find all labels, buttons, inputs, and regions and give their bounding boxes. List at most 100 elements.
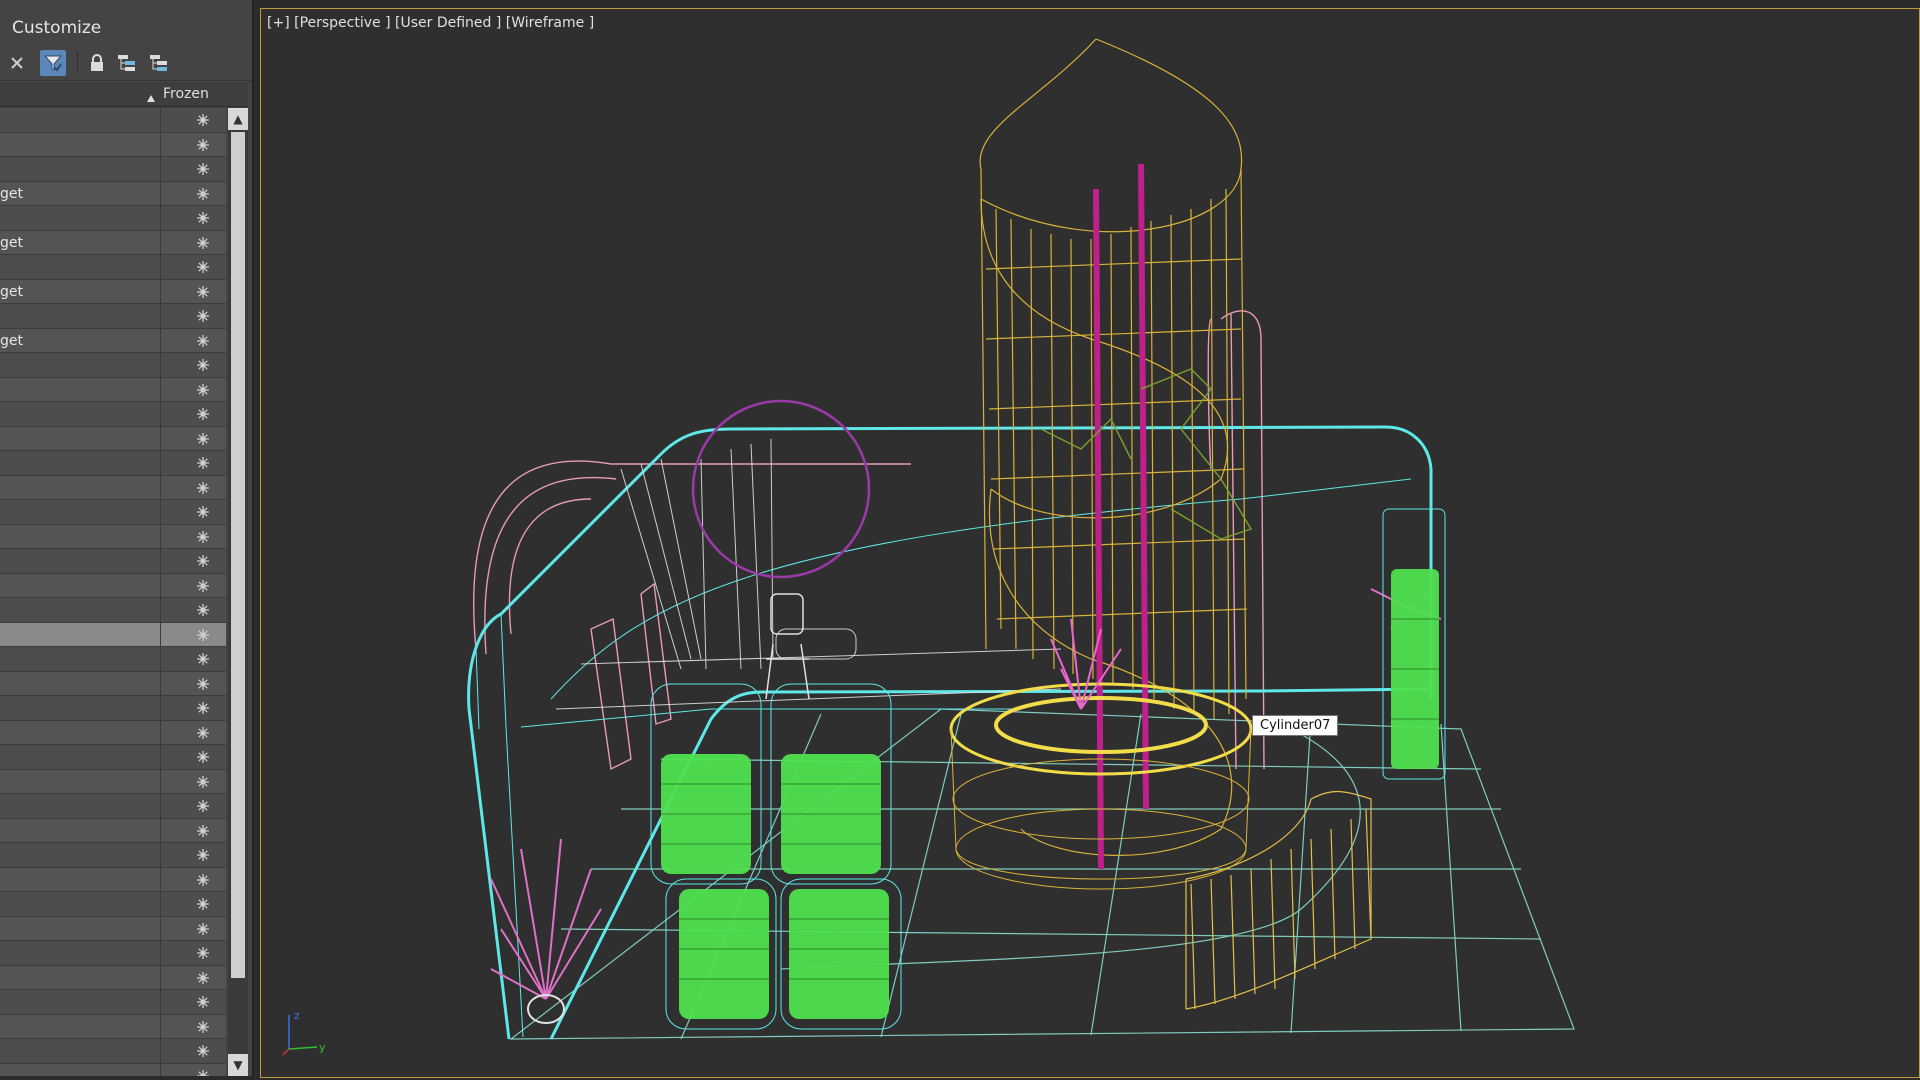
freeze-icon[interactable] [196, 1068, 210, 1076]
table-row[interactable] [0, 843, 226, 868]
table-row[interactable] [0, 549, 226, 574]
freeze-icon[interactable] [196, 480, 210, 494]
table-row[interactable] [0, 1014, 226, 1039]
table-row[interactable] [0, 1039, 226, 1064]
table-row[interactable] [0, 206, 226, 231]
pink-plant-center [1050, 618, 1122, 710]
table-row[interactable] [0, 745, 226, 770]
freeze-icon[interactable] [196, 529, 210, 543]
table-row[interactable] [0, 598, 226, 623]
cyan-wall-edge [475, 478, 1412, 1038]
close-icon[interactable] [4, 50, 30, 76]
freeze-icon[interactable] [196, 161, 210, 175]
toolbar-separator [77, 52, 78, 74]
table-row[interactable] [0, 132, 226, 157]
table-row[interactable] [0, 402, 226, 427]
table-row[interactable] [0, 622, 226, 647]
freeze-icon[interactable] [196, 798, 210, 812]
freeze-icon[interactable] [196, 896, 210, 910]
table-row[interactable] [0, 671, 226, 696]
freeze-icon[interactable] [196, 774, 210, 788]
table-row[interactable] [0, 108, 226, 133]
freeze-icon[interactable] [196, 945, 210, 959]
freeze-icon[interactable] [196, 676, 210, 690]
table-row[interactable] [0, 892, 226, 917]
sort-up-icon [146, 88, 156, 107]
table-row[interactable]: get [0, 230, 226, 255]
table-row[interactable]: get [0, 279, 226, 304]
freeze-icon[interactable] [196, 823, 210, 837]
scroll-thumb[interactable] [231, 132, 245, 978]
table-row[interactable] [0, 965, 226, 990]
freeze-icon[interactable] [196, 602, 210, 616]
table-row[interactable] [0, 794, 226, 819]
table-row[interactable] [0, 157, 226, 182]
table-row[interactable] [0, 990, 226, 1015]
scroll-down-button[interactable]: ▼ [228, 1054, 248, 1076]
table-row[interactable] [0, 818, 226, 843]
column-divider [160, 990, 161, 1014]
freeze-icon[interactable] [196, 553, 210, 567]
freeze-icon[interactable] [196, 651, 210, 665]
freeze-icon[interactable] [196, 578, 210, 592]
table-row[interactable] [0, 573, 226, 598]
freeze-icon[interactable] [196, 137, 210, 151]
table-row[interactable] [0, 867, 226, 892]
freeze-icon[interactable] [196, 1019, 210, 1033]
freeze-icon[interactable] [196, 186, 210, 200]
table-row[interactable] [0, 353, 226, 378]
table-row[interactable] [0, 426, 226, 451]
freeze-icon[interactable] [196, 504, 210, 518]
hierarchy-select-icon[interactable] [146, 50, 172, 76]
freeze-icon[interactable] [196, 847, 210, 861]
scroll-up-button[interactable]: ▲ [228, 108, 248, 130]
freeze-icon[interactable] [196, 210, 210, 224]
table-row[interactable] [0, 500, 226, 525]
freeze-icon[interactable] [196, 235, 210, 249]
freeze-icon[interactable] [196, 406, 210, 420]
table-row[interactable] [0, 720, 226, 745]
table-row[interactable] [0, 941, 226, 966]
freeze-icon[interactable] [196, 382, 210, 396]
column-header[interactable]: Frozen [0, 82, 248, 107]
wireframe-scene[interactable]: z y [261, 9, 1920, 1078]
table-row[interactable] [0, 377, 226, 402]
hierarchy-icon[interactable] [114, 50, 140, 76]
customize-menu[interactable]: Customize [12, 18, 101, 38]
freeze-icon[interactable] [196, 112, 210, 126]
freeze-icon[interactable] [196, 627, 210, 641]
list-scrollbar[interactable]: ▲ ▼ [228, 108, 248, 1076]
table-row[interactable] [0, 647, 226, 672]
freeze-icon[interactable] [196, 749, 210, 763]
freeze-icon[interactable] [196, 872, 210, 886]
table-row[interactable]: get [0, 181, 226, 206]
perspective-viewport[interactable]: [+] [Perspective ] [User Defined ] [Wire… [260, 8, 1920, 1078]
freeze-icon[interactable] [196, 455, 210, 469]
freeze-icon[interactable] [196, 333, 210, 347]
freeze-icon[interactable] [196, 308, 210, 322]
freeze-icon[interactable] [196, 284, 210, 298]
table-row[interactable] [0, 696, 226, 721]
table-row[interactable] [0, 916, 226, 941]
freeze-icon[interactable] [196, 700, 210, 714]
freeze-icon[interactable] [196, 1043, 210, 1057]
table-row[interactable] [0, 475, 226, 500]
row-name: get [0, 185, 23, 202]
table-row[interactable] [0, 255, 226, 280]
table-row[interactable] [0, 451, 226, 476]
freeze-icon[interactable] [196, 431, 210, 445]
freeze-icon[interactable] [196, 994, 210, 1008]
table-row[interactable] [0, 524, 226, 549]
frozen-column-label[interactable]: Frozen [163, 86, 209, 102]
freeze-icon[interactable] [196, 357, 210, 371]
table-row[interactable] [0, 1063, 226, 1076]
freeze-icon[interactable] [196, 725, 210, 739]
freeze-icon[interactable] [196, 921, 210, 935]
lock-icon[interactable] [84, 50, 110, 76]
freeze-icon[interactable] [196, 259, 210, 273]
table-row[interactable] [0, 304, 226, 329]
table-row[interactable] [0, 769, 226, 794]
filter-icon[interactable] [40, 50, 66, 76]
freeze-icon[interactable] [196, 970, 210, 984]
table-row[interactable]: get [0, 328, 226, 353]
